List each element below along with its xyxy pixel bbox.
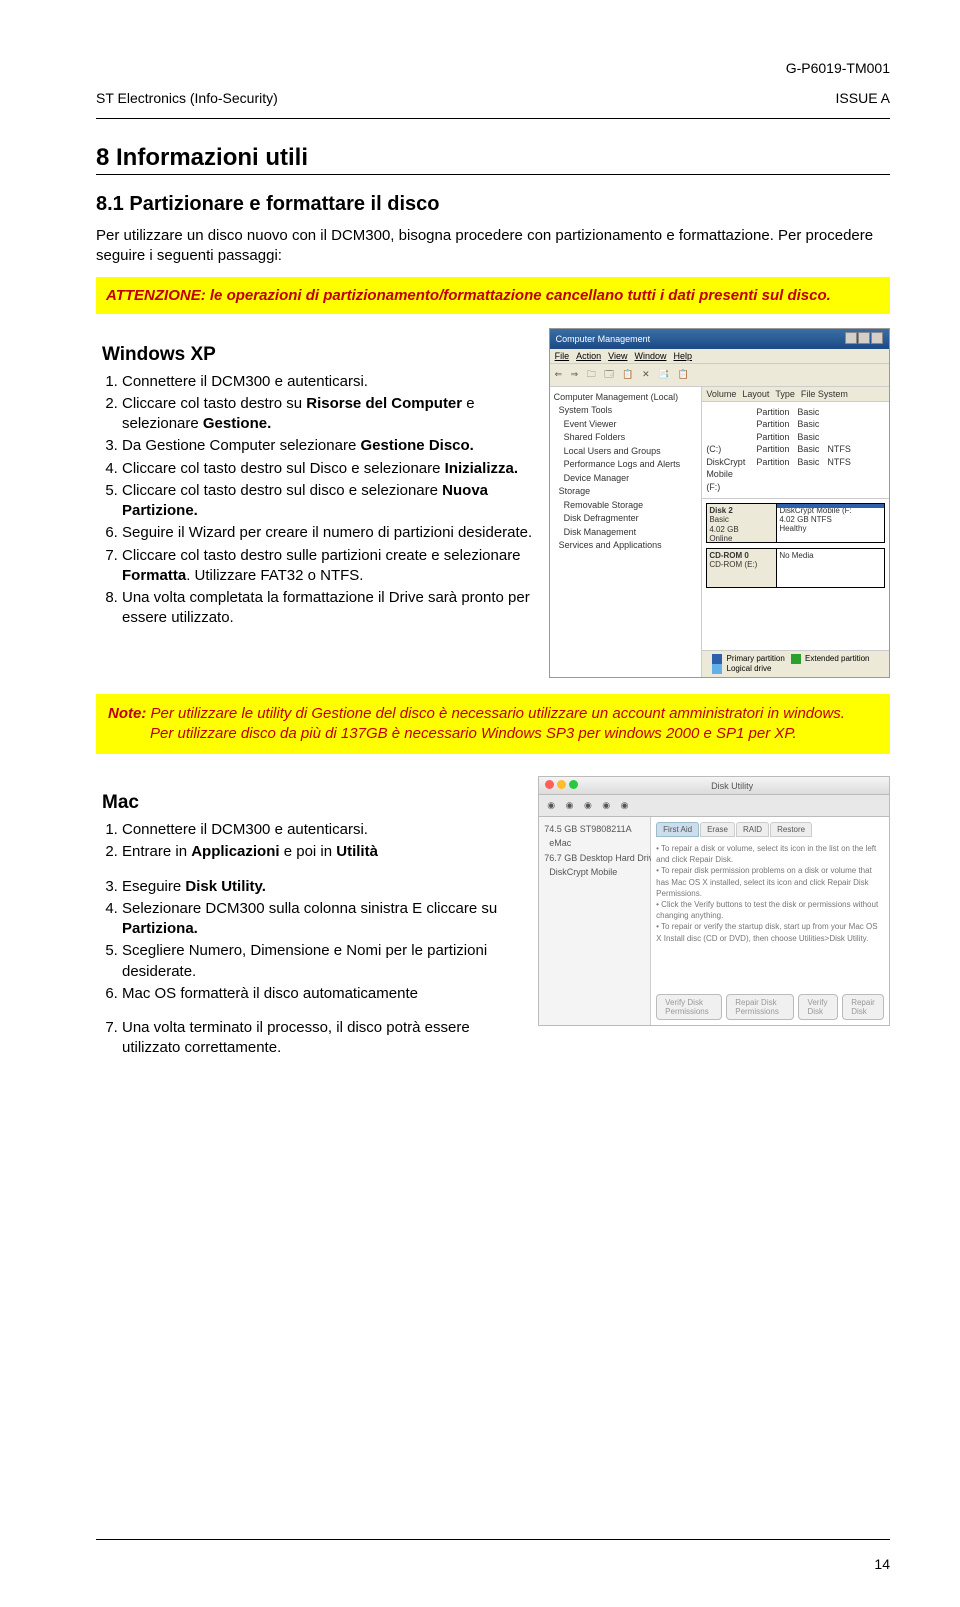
list-item: Cliccare col tasto destro su Risorse del…: [122, 394, 535, 435]
du-tabs: First AidEraseRAIDRestore: [656, 822, 884, 837]
list-item: Da Gestione Computer selezionare Gestion…: [122, 436, 535, 456]
list-item: Cliccare col tasto destro sulle partizio…: [122, 546, 535, 587]
heading-mac: Mac: [102, 792, 524, 814]
cm-disk-graph: Disk 2Basic4.02 GBOnline DiskCrypt Mobil…: [702, 498, 889, 650]
heading-windows-xp: Windows XP: [102, 344, 535, 366]
du-info-text: • To repair a disk or volume, select its…: [656, 843, 884, 988]
header-divider: [96, 118, 890, 119]
note-box: Note: Per utilizzare le utility di Gesti…: [96, 694, 890, 755]
note-label: Note:: [108, 705, 146, 722]
list-item: Una volta terminato il processo, il disc…: [122, 1018, 524, 1059]
du-buttons: Verify Disk PermissionsRepair Disk Permi…: [656, 994, 884, 1020]
cm-column-headers: VolumeLayoutTypeFile System: [702, 387, 889, 402]
xp-steps-list: Connettere il DCM300 e autenticarsi.Clic…: [96, 372, 535, 629]
du-toolbar: ◉ ◉ ◉ ◉ ◉: [539, 795, 889, 817]
cm-volume-list: PartitionBasicPartitionBasicPartitionBas…: [702, 402, 889, 498]
mac-steps-list-2: Eseguire Disk Utility.Selezionare DCM300…: [96, 877, 524, 1005]
list-item: Cliccare col tasto destro sul disco e se…: [122, 481, 535, 522]
list-item: Selezionare DCM300 sulla colonna sinistr…: [122, 899, 524, 940]
heading-1: 8 Informazioni utili: [96, 144, 890, 172]
du-sidebar: 74.5 GB ST9808211A eMac76.7 GB Desktop H…: [539, 817, 651, 1025]
list-item: Entrare in Applicazioni e poi in Utilità: [122, 842, 524, 862]
screenshot-disk-utility: Disk Utility ◉ ◉ ◉ ◉ ◉ 74.5 GB ST9808211…: [538, 776, 890, 1026]
du-window-buttons: [545, 780, 581, 791]
warning-text: le operazioni di partizionamento/formatt…: [210, 287, 831, 304]
cm-legend: Primary partition Extended partition Log…: [702, 650, 889, 677]
list-item: Eseguire Disk Utility.: [122, 877, 524, 897]
header-company: ST Electronics (Info-Security): [96, 90, 278, 106]
cm-tree: Computer Management (Local) System Tools…: [550, 387, 703, 677]
note-line-2: Per utilizzare disco da più di 137GB è n…: [150, 724, 797, 744]
page-number: 14: [874, 1556, 890, 1572]
cm-menubar: FileActionViewWindowHelp: [550, 349, 889, 364]
cm-toolbar: ⇐ ⇒ 🗀 🗔 📋 ✕ 📑 📋: [550, 364, 889, 387]
heading-2: 8.1 Partizionare e formattare il disco: [96, 193, 890, 216]
list-item: Connettere il DCM300 e autenticarsi.: [122, 820, 524, 840]
cm-window-buttons: [844, 332, 883, 346]
cm-cdrom-body: No Media: [777, 549, 884, 587]
cm-disk2-label: Disk 2Basic4.02 GBOnline: [707, 504, 777, 542]
du-window-title: Disk Utility: [711, 781, 753, 791]
header-docid: G-P6019-TM001: [786, 60, 890, 76]
header-issue: ISSUE A: [836, 90, 890, 106]
mac-steps-list-1: Connettere il DCM300 e autenticarsi.Entr…: [96, 820, 524, 863]
warning-label: ATTENZIONE:: [106, 287, 206, 304]
intro-paragraph: Per utilizzare un disco nuovo con il DCM…: [96, 226, 890, 267]
list-item: Connettere il DCM300 e autenticarsi.: [122, 372, 535, 392]
cm-disk2-body: DiskCrypt Mobile (F:4.02 GB NTFSHealthy: [779, 506, 851, 533]
mac-steps-list-3: Una volta terminato il processo, il disc…: [96, 1018, 524, 1059]
list-item: Cliccare col tasto destro sul Disco e se…: [122, 459, 535, 479]
footer-divider: [96, 1539, 890, 1540]
cm-window-title: Computer Management: [556, 334, 651, 344]
screenshot-computer-management: Computer Management FileActionViewWindow…: [549, 328, 890, 678]
list-item: Scegliere Numero, Dimensione e Nomi per …: [122, 941, 524, 982]
warning-box: ATTENZIONE: le operazioni di partizionam…: [96, 277, 890, 314]
heading-divider: [96, 174, 890, 175]
list-item: Una volta completata la formattazione il…: [122, 588, 535, 629]
cm-cdrom-label: CD-ROM 0CD-ROM (E:): [707, 549, 777, 587]
list-item: Mac OS formatterà il disco automaticamen…: [122, 984, 524, 1004]
note-line-1: Per utilizzare le utility di Gestione de…: [151, 705, 845, 722]
list-item: Seguire il Wizard per creare il numero d…: [122, 523, 535, 543]
